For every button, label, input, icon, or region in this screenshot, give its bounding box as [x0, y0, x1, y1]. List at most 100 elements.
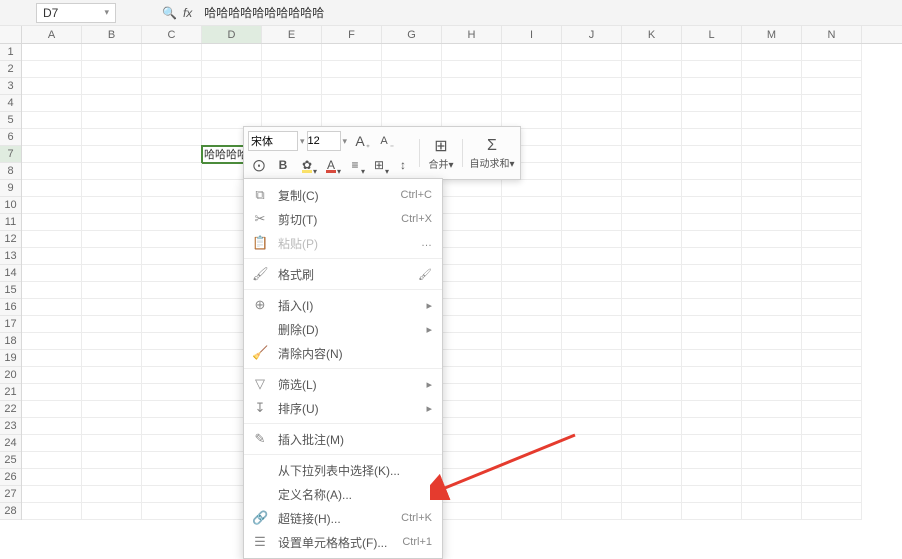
cell[interactable] [742, 61, 802, 78]
cell[interactable] [622, 350, 682, 367]
cell[interactable] [382, 78, 442, 95]
column-header[interactable]: E [262, 26, 322, 43]
row-header[interactable]: 11 [0, 214, 21, 231]
cell[interactable] [22, 350, 82, 367]
font-color-button[interactable]: A▾ [320, 154, 342, 176]
row-header[interactable]: 16 [0, 299, 21, 316]
cell[interactable] [682, 503, 742, 520]
search-icon[interactable]: 🔍 [162, 6, 177, 20]
cell[interactable] [142, 299, 202, 316]
cell[interactable] [682, 95, 742, 112]
row-header[interactable]: 24 [0, 435, 21, 452]
cell[interactable] [82, 282, 142, 299]
cell[interactable] [682, 197, 742, 214]
cell[interactable] [562, 163, 622, 180]
cell[interactable] [622, 282, 682, 299]
cell[interactable] [562, 214, 622, 231]
cell[interactable] [622, 418, 682, 435]
cell[interactable] [682, 316, 742, 333]
cell[interactable] [142, 333, 202, 350]
row-header[interactable]: 6 [0, 129, 21, 146]
cell[interactable] [742, 197, 802, 214]
cell[interactable] [562, 112, 622, 129]
cell[interactable] [742, 333, 802, 350]
cell[interactable] [802, 197, 862, 214]
name-box[interactable]: D7 ▾ [36, 3, 116, 23]
cell[interactable] [502, 401, 562, 418]
chevron-down-icon[interactable]: ▾ [343, 136, 348, 147]
cell[interactable] [502, 265, 562, 282]
cell[interactable] [262, 44, 322, 61]
cell[interactable] [502, 180, 562, 197]
cell[interactable] [22, 401, 82, 418]
column-header[interactable]: A [22, 26, 82, 43]
row-header[interactable]: 22 [0, 401, 21, 418]
cell[interactable] [22, 180, 82, 197]
column-header[interactable]: D [202, 26, 262, 43]
cell[interactable] [442, 333, 502, 350]
cell[interactable] [622, 333, 682, 350]
cell[interactable] [802, 333, 862, 350]
cell[interactable] [682, 469, 742, 486]
column-header[interactable]: I [502, 26, 562, 43]
cell[interactable] [622, 163, 682, 180]
cell[interactable] [142, 163, 202, 180]
cell[interactable] [322, 61, 382, 78]
cell[interactable] [682, 61, 742, 78]
cell[interactable] [682, 214, 742, 231]
cell[interactable] [442, 197, 502, 214]
cell[interactable] [22, 503, 82, 520]
cell[interactable] [82, 418, 142, 435]
cell[interactable] [142, 503, 202, 520]
cell[interactable] [142, 469, 202, 486]
cell[interactable] [682, 265, 742, 282]
cell[interactable] [562, 299, 622, 316]
cell[interactable] [622, 112, 682, 129]
cell[interactable] [142, 282, 202, 299]
cell[interactable] [622, 180, 682, 197]
cell[interactable] [802, 367, 862, 384]
cell[interactable] [22, 44, 82, 61]
cell[interactable] [442, 401, 502, 418]
cell[interactable] [562, 44, 622, 61]
cell[interactable] [442, 282, 502, 299]
cell[interactable] [802, 163, 862, 180]
cell[interactable] [682, 112, 742, 129]
font-name-input[interactable] [248, 131, 298, 151]
column-header[interactable]: C [142, 26, 202, 43]
row-header[interactable]: 8 [0, 163, 21, 180]
row-header[interactable]: 17 [0, 316, 21, 333]
cell[interactable] [142, 146, 202, 163]
row-header[interactable]: 25 [0, 452, 21, 469]
cell[interactable] [502, 452, 562, 469]
cell[interactable] [142, 418, 202, 435]
cell[interactable] [502, 469, 562, 486]
cell[interactable] [442, 486, 502, 503]
cell[interactable] [382, 44, 442, 61]
cell[interactable] [22, 469, 82, 486]
cell[interactable] [802, 231, 862, 248]
cell[interactable] [82, 350, 142, 367]
cell[interactable] [442, 265, 502, 282]
cell[interactable] [142, 78, 202, 95]
cell[interactable] [682, 401, 742, 418]
cell[interactable] [682, 486, 742, 503]
cell[interactable] [682, 129, 742, 146]
cell[interactable] [442, 248, 502, 265]
cell[interactable] [22, 197, 82, 214]
cell[interactable] [742, 146, 802, 163]
cell[interactable] [682, 248, 742, 265]
cell[interactable] [682, 333, 742, 350]
cell[interactable] [442, 299, 502, 316]
cell[interactable] [802, 146, 862, 163]
row-header[interactable]: 7 [0, 146, 21, 163]
cell[interactable] [142, 350, 202, 367]
increase-font-button[interactable]: A⁺ [349, 130, 371, 152]
cell[interactable] [442, 180, 502, 197]
cell[interactable] [142, 197, 202, 214]
cell[interactable] [22, 95, 82, 112]
cell[interactable] [562, 333, 622, 350]
cell[interactable] [622, 384, 682, 401]
cell[interactable] [622, 78, 682, 95]
orientation-button[interactable]: ↕ [392, 154, 414, 176]
